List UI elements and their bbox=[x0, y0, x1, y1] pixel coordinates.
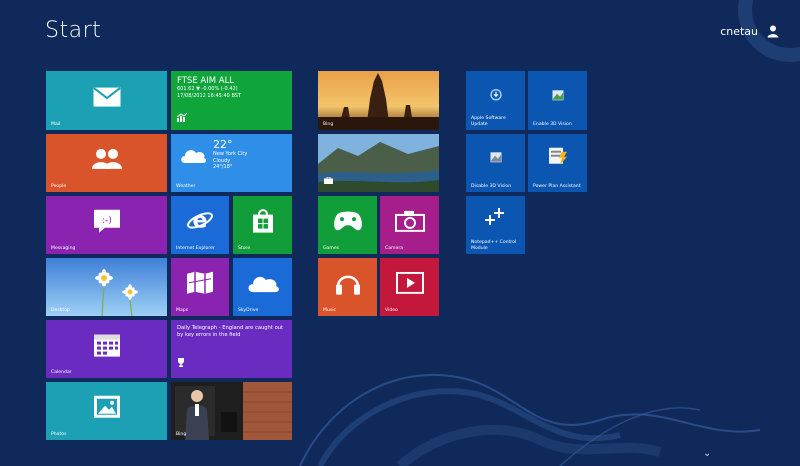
finance-index-name: FTSE AIM ALL bbox=[177, 76, 235, 86]
store-bag-icon bbox=[252, 208, 274, 238]
tile-label: Maps bbox=[176, 307, 189, 313]
tile-label: Power Plan Assistant bbox=[533, 183, 581, 189]
tile-apple-software-update[interactable]: Apple Software Update bbox=[466, 71, 525, 130]
tile-people[interactable]: People bbox=[46, 134, 167, 192]
tile-label: Internet Explorer bbox=[176, 245, 215, 251]
tile-calendar[interactable]: Calendar bbox=[46, 320, 167, 378]
tile-label: Messaging bbox=[51, 245, 76, 251]
tile-label: People bbox=[51, 183, 67, 189]
cloud-icon bbox=[179, 146, 207, 168]
tile-internet-explorer[interactable]: e Internet Explorer bbox=[171, 196, 229, 254]
skydrive-cloud-icon bbox=[246, 273, 280, 297]
messaging-icon: :-) bbox=[93, 209, 121, 237]
tile-news[interactable]: Daily Telegraph - England are caught out… bbox=[171, 320, 292, 378]
tile-skydrive[interactable]: SkyDrive bbox=[233, 258, 292, 316]
tile-label: Store bbox=[238, 245, 251, 251]
tile-games[interactable]: Games bbox=[318, 196, 377, 254]
tile-label: Games bbox=[323, 245, 340, 251]
user-account[interactable]: cnetau bbox=[720, 22, 782, 40]
tile-finance[interactable]: FTSE AIM ALL 601.62 ▼ -0.00% (-0.42) 17/… bbox=[171, 71, 292, 130]
video-play-icon bbox=[395, 271, 424, 298]
travel-suitcase-icon bbox=[324, 169, 333, 188]
weather-temperature: 22° bbox=[213, 138, 233, 151]
tile-bing-photo[interactable]: Bing bbox=[171, 382, 292, 440]
user-name: cnetau bbox=[720, 24, 758, 38]
tile-label: Camera bbox=[385, 245, 404, 251]
apple-update-icon bbox=[489, 85, 502, 104]
tile-label: Weather bbox=[176, 183, 196, 189]
tile-bing[interactable]: Bing bbox=[318, 71, 439, 130]
tile-label: Disable 3D Vision bbox=[471, 183, 512, 189]
tile-enable-3d-vision[interactable]: Enable 3D Vision bbox=[528, 71, 587, 130]
mail-icon bbox=[92, 86, 121, 111]
tile-photos[interactable]: Photos bbox=[46, 382, 167, 440]
maps-icon bbox=[186, 271, 214, 299]
people-icon bbox=[91, 148, 123, 174]
tile-label: Enable 3D Vision bbox=[533, 121, 572, 127]
tile-label: Music bbox=[323, 307, 337, 313]
tile-label: Video bbox=[385, 307, 398, 313]
tile-label: Apple Software Update bbox=[471, 116, 506, 127]
disable-3d-vision-icon bbox=[490, 148, 502, 167]
svg-text::-): :-) bbox=[102, 216, 112, 226]
photos-icon bbox=[93, 395, 121, 423]
start-title: Start bbox=[45, 18, 102, 43]
tile-label: SkyDrive bbox=[238, 307, 259, 313]
calendar-icon bbox=[93, 332, 121, 362]
news-headline: Daily Telegraph - England are caught out… bbox=[177, 325, 284, 338]
tile-label: Bing bbox=[176, 431, 187, 437]
tile-desktop[interactable]: Desktop bbox=[46, 258, 167, 316]
enable-3d-vision-icon bbox=[552, 85, 564, 104]
tile-notepad-control-module[interactable]: Notepad++ Control Module bbox=[466, 196, 525, 254]
xbox-controller-icon bbox=[333, 211, 363, 235]
headphones-icon bbox=[335, 270, 361, 300]
tile-label: Photos bbox=[51, 431, 67, 437]
camera-icon bbox=[394, 210, 425, 236]
temple-photo-image bbox=[318, 71, 439, 130]
news-photo-image bbox=[171, 382, 292, 440]
weather-city: New York City bbox=[213, 151, 248, 157]
tile-music[interactable]: Music bbox=[318, 258, 377, 316]
plus-plus-icon bbox=[484, 207, 508, 231]
tile-store[interactable]: Store bbox=[233, 196, 292, 254]
internet-explorer-icon: e bbox=[186, 206, 214, 238]
tile-disable-3d-vision[interactable]: Disable 3D Vision bbox=[466, 134, 525, 192]
tile-label: Mail bbox=[51, 121, 61, 127]
mountain-coast-photo-image bbox=[318, 134, 439, 192]
user-avatar-icon bbox=[764, 22, 782, 40]
weather-range: 24°/18° bbox=[213, 164, 233, 170]
svg-text:e: e bbox=[193, 208, 208, 233]
tile-label: Bing bbox=[323, 121, 334, 127]
tile-camera[interactable]: Camera bbox=[380, 196, 439, 254]
tile-maps[interactable]: Maps bbox=[171, 258, 229, 316]
power-plan-icon bbox=[548, 146, 568, 170]
tile-label: Desktop bbox=[51, 307, 70, 313]
tile-messaging[interactable]: :-) Messaging bbox=[46, 196, 167, 254]
trophy-icon bbox=[177, 352, 185, 371]
tile-travel[interactable] bbox=[318, 134, 439, 192]
tile-weather[interactable]: 22° New York City Cloudy 24°/18° Weather bbox=[171, 134, 292, 192]
tile-power-plan-assistant[interactable]: Power Plan Assistant bbox=[528, 134, 587, 192]
tile-label: Notepad++ Control Module bbox=[471, 240, 517, 251]
tile-label: Calendar bbox=[51, 369, 72, 375]
scroll-down-icon[interactable]: ⌄ bbox=[703, 448, 711, 459]
tile-video[interactable]: Video bbox=[380, 258, 439, 316]
tile-mail[interactable]: Mail bbox=[46, 71, 167, 130]
finance-timestamp: 17/08/2012 16:45:40 BST bbox=[177, 92, 242, 99]
finance-chart-icon bbox=[176, 107, 188, 126]
